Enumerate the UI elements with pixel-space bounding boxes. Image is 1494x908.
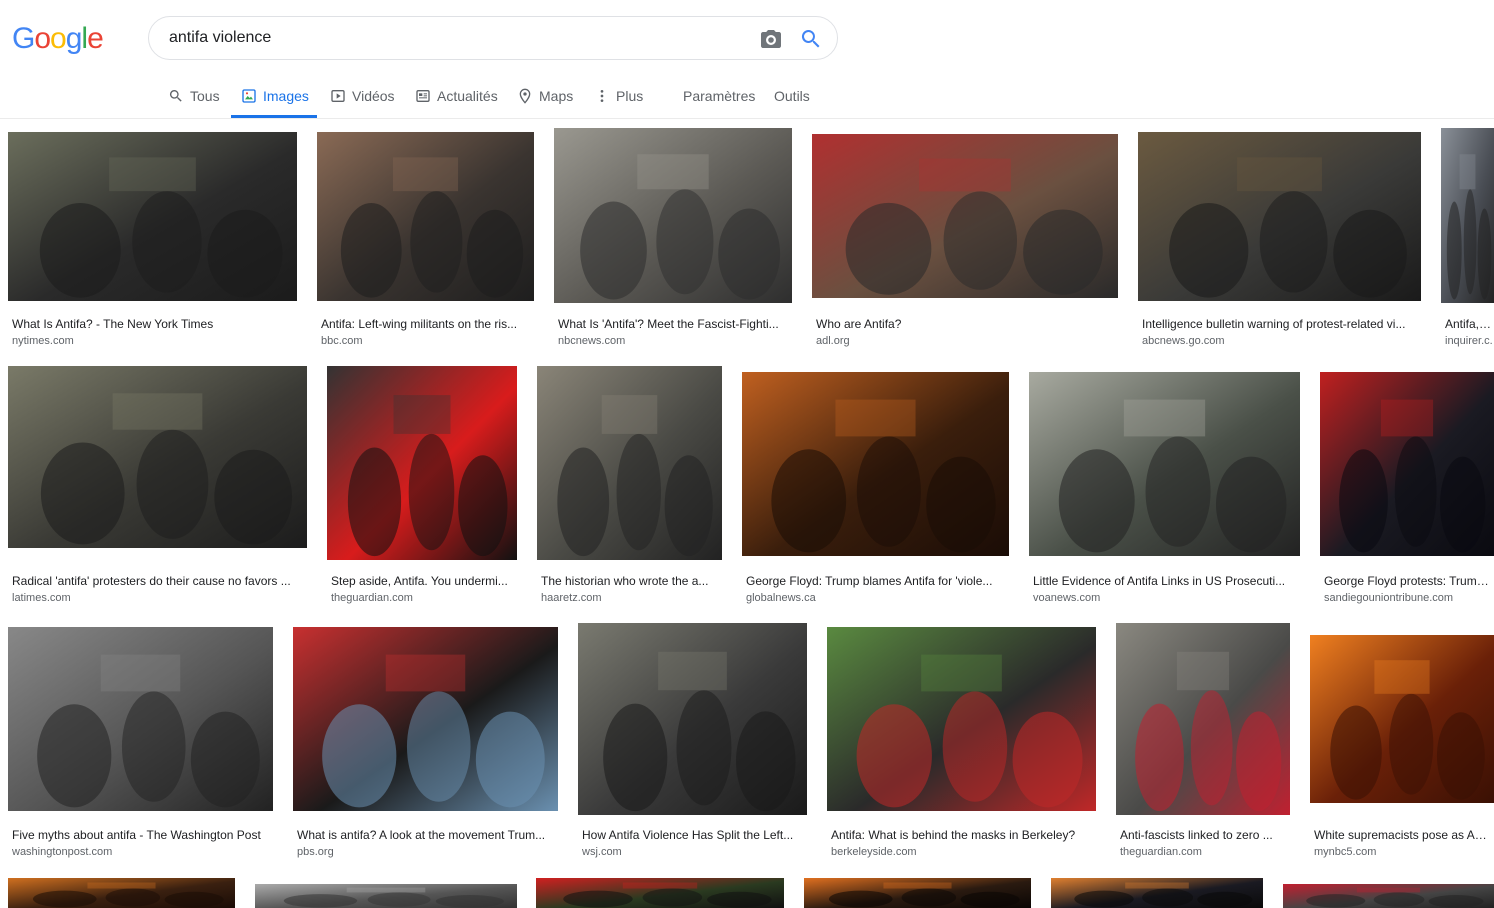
tab-label: Tous xyxy=(190,88,220,104)
image-thumbnail[interactable] xyxy=(8,878,235,908)
result-source[interactable]: theguardian.com xyxy=(331,592,513,604)
tab-label: Images xyxy=(263,88,309,104)
result-source[interactable]: berkeleyside.com xyxy=(831,846,1092,858)
image-icon xyxy=(241,88,257,104)
result-title[interactable]: What Is Antifa? - The New York Times xyxy=(12,317,293,331)
image-thumbnail[interactable] xyxy=(827,627,1096,811)
image-thumbnail[interactable] xyxy=(1310,635,1494,803)
result-source[interactable]: latimes.com xyxy=(12,592,303,604)
result-source[interactable]: wsj.com xyxy=(582,846,803,858)
result-source[interactable]: mynbc5.com xyxy=(1314,846,1492,858)
result-source[interactable]: inquirer.c... xyxy=(1445,335,1492,347)
result-source[interactable]: sandiegouniontribune.com xyxy=(1324,592,1492,604)
tab-tous[interactable]: Tous xyxy=(168,86,220,106)
tab-label: Plus xyxy=(616,88,644,104)
tab-vidéos[interactable]: Vidéos xyxy=(330,86,395,106)
result-title[interactable]: George Floyd: Trump blames Antifa for 'v… xyxy=(746,574,1005,588)
image-thumbnail[interactable] xyxy=(812,134,1118,298)
result-title[interactable]: Who are Antifa? xyxy=(816,317,1114,331)
tab-label: Actualités xyxy=(437,88,498,104)
result-source[interactable]: bbc.com xyxy=(321,335,530,347)
search-icon xyxy=(168,88,184,104)
image-thumbnail[interactable] xyxy=(537,366,722,560)
image-thumbnail[interactable] xyxy=(1029,372,1300,556)
image-thumbnail[interactable] xyxy=(327,366,517,560)
image-thumbnail[interactable] xyxy=(554,128,792,303)
image-thumbnail[interactable] xyxy=(317,132,534,301)
active-tab-indicator xyxy=(231,115,317,118)
result-title[interactable]: The historian who wrote the a... xyxy=(541,574,718,588)
result-source[interactable]: theguardian.com xyxy=(1120,846,1286,858)
news-icon xyxy=(415,88,431,104)
result-source[interactable]: globalnews.ca xyxy=(746,592,1005,604)
result-title[interactable]: Antifa, bl... xyxy=(1445,317,1492,331)
result-title[interactable]: Radical 'antifa' protesters do their cau… xyxy=(12,574,303,588)
image-thumbnail[interactable] xyxy=(8,366,307,548)
result-title[interactable]: Antifa: What is behind the masks in Berk… xyxy=(831,828,1092,842)
tab-plus[interactable]: Plus xyxy=(594,86,643,106)
image-thumbnail[interactable] xyxy=(8,132,297,301)
result-source[interactable]: pbs.org xyxy=(297,846,554,858)
result-title[interactable]: How Antifa Violence Has Split the Left..… xyxy=(582,828,803,842)
result-title[interactable]: What is antifa? A look at the movement T… xyxy=(297,828,554,842)
result-title[interactable]: Antifa: Left-wing militants on the ris..… xyxy=(321,317,530,331)
tab-label: Vidéos xyxy=(352,88,395,104)
result-title[interactable]: Five myths about antifa - The Washington… xyxy=(12,828,269,842)
tab-images[interactable]: Images xyxy=(241,86,309,106)
logo-letter: o xyxy=(34,22,51,55)
play-icon xyxy=(330,88,346,104)
image-thumbnail[interactable] xyxy=(293,627,558,811)
image-thumbnail[interactable] xyxy=(1320,372,1494,556)
result-title[interactable]: George Floyd protests: Trump b... xyxy=(1324,574,1492,588)
result-source[interactable]: abcnews.go.com xyxy=(1142,335,1417,347)
tab-label: Maps xyxy=(539,88,574,104)
result-source[interactable]: voanews.com xyxy=(1033,592,1296,604)
result-title[interactable]: What Is 'Antifa'? Meet the Fascist-Fight… xyxy=(558,317,788,331)
image-thumbnail[interactable] xyxy=(8,627,273,811)
tab-actualités[interactable]: Actualités xyxy=(415,86,498,106)
google-logo[interactable]: Google xyxy=(12,22,104,56)
search-box xyxy=(148,16,838,60)
tab-paramètres[interactable]: Paramètres xyxy=(683,86,755,106)
camera-icon[interactable] xyxy=(759,27,783,51)
image-thumbnail[interactable] xyxy=(1138,132,1421,301)
image-thumbnail[interactable] xyxy=(1116,623,1290,815)
image-thumbnail[interactable] xyxy=(536,878,784,908)
result-title[interactable]: Little Evidence of Antifa Links in US Pr… xyxy=(1033,574,1296,588)
image-thumbnail[interactable] xyxy=(1441,128,1494,303)
logo-letter: e xyxy=(87,22,104,55)
result-source[interactable]: nbcnews.com xyxy=(558,335,788,347)
search-submit-icon[interactable] xyxy=(799,27,823,51)
image-thumbnail[interactable] xyxy=(1051,878,1263,908)
search-input[interactable] xyxy=(169,27,729,49)
search-tabs: Tous Images Vidéos Actualités Maps Plus Paramè… xyxy=(0,74,1494,119)
map-pin-icon xyxy=(517,88,533,104)
tab-maps[interactable]: Maps xyxy=(517,86,573,106)
result-title[interactable]: Intelligence bulletin warning of protest… xyxy=(1142,317,1417,331)
result-source[interactable]: nytimes.com xyxy=(12,335,293,347)
logo-letter: g xyxy=(65,22,83,55)
logo-letter: o xyxy=(50,22,67,55)
result-title[interactable]: Step aside, Antifa. You undermi... xyxy=(331,574,513,588)
image-thumbnail[interactable] xyxy=(255,884,517,908)
more-vert-icon xyxy=(594,88,610,104)
image-thumbnail[interactable] xyxy=(804,878,1031,908)
result-title[interactable]: Anti-fascists linked to zero ... xyxy=(1120,828,1286,842)
result-source[interactable]: adl.org xyxy=(816,335,1114,347)
image-thumbnail[interactable] xyxy=(742,372,1009,556)
tab-label: Outils xyxy=(774,88,810,104)
tab-label: Paramètres xyxy=(683,88,756,104)
logo-letter: G xyxy=(12,22,35,55)
image-thumbnail[interactable] xyxy=(1283,884,1494,908)
result-source[interactable]: washingtonpost.com xyxy=(12,846,269,858)
image-thumbnail[interactable] xyxy=(578,623,807,815)
tab-outils[interactable]: Outils xyxy=(774,86,810,106)
result-source[interactable]: haaretz.com xyxy=(541,592,718,604)
result-title[interactable]: White supremacists pose as Anti... xyxy=(1314,828,1492,842)
